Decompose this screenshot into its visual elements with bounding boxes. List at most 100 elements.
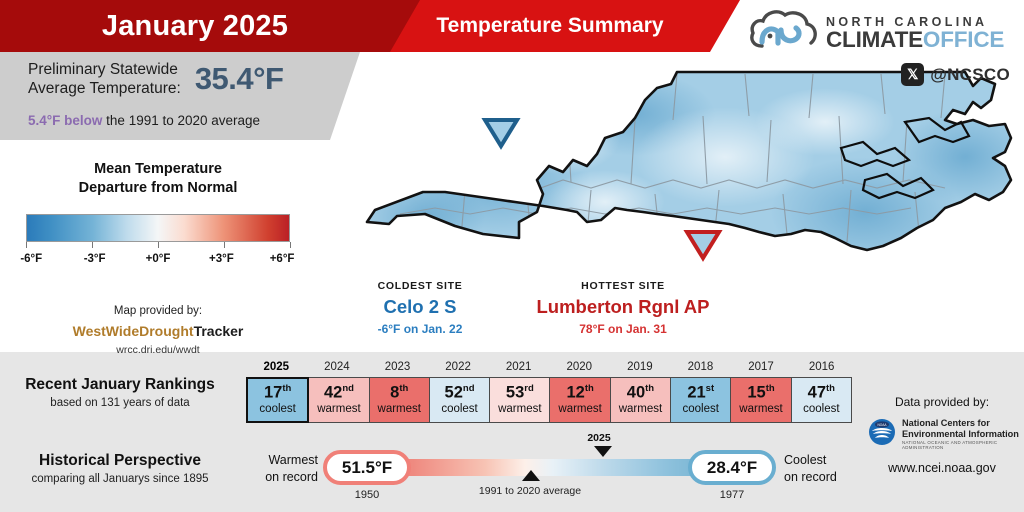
legend-tick-1: -3°F [83, 253, 106, 266]
map-credit-intro: Map provided by: [113, 305, 203, 318]
rankings-year-label: 2020 [566, 361, 593, 373]
noaa-wordmark: National Centers for Environmental Infor… [902, 418, 1022, 450]
rankings-cell-label: warmest [377, 403, 421, 416]
rankings-year-header: 2025 2024 2023 2022 2021 2020 2019 2018 2017 2016 [246, 361, 852, 373]
rankings-year-label: 2016 [808, 361, 835, 373]
legend-tick-4: +6°F [269, 253, 295, 266]
map-credit-url[interactable]: wrcc.dri.edu/wwdt [8, 344, 308, 356]
legend-tick-marks [26, 242, 291, 251]
rankings-year-label: 2024 [324, 361, 350, 373]
legend-tick-0: -6°F [20, 253, 43, 266]
rankings-cell: 42nd warmest [308, 377, 370, 423]
coolest-caption-line1: Coolest [784, 453, 827, 467]
map-credit-brand-b: Tracker [193, 323, 244, 340]
rankings-year-label: 2018 [687, 361, 714, 373]
page-title-month: January 2025 [101, 9, 289, 42]
coolest-caption-line2: on record [784, 469, 837, 484]
svg-text:NOAA: NOAA [877, 423, 887, 427]
warmest-on-record-value: 51.5°F [323, 450, 411, 485]
rankings-cell-rank: 8th [390, 383, 409, 402]
rankings-cell: 17th coolest [246, 377, 310, 423]
rankings-cell-rank: 42nd [323, 383, 354, 402]
rankings-cell-rank: 40th [626, 383, 655, 402]
x-twitter-icon[interactable]: 𝕏 [901, 63, 925, 86]
noaa-lockup: NOAA National Centers for Environmental … [862, 418, 1022, 451]
statewide-average-label: Preliminary Statewide Average Temperatur… [28, 60, 181, 99]
coldest-site-detail: -6°F on Jan. 22 [377, 322, 463, 336]
statewide-average-label-line1: Preliminary Statewide [28, 61, 178, 78]
rankings-year-label: 2017 [748, 361, 774, 373]
legend-tick-3: +3°F [208, 253, 234, 266]
logo-wordmark: NORTH CAROLINA CLIMATEOFFICE [826, 12, 1004, 51]
data-attribution-block: Data provided by: NOAA National Centers … [862, 395, 1022, 475]
rankings-subtitle: based on 131 years of data [50, 397, 190, 409]
noaa-seal-icon: NOAA [868, 418, 896, 451]
rankings-heading-block: Recent January Rankings based on 131 yea… [0, 376, 240, 409]
hottest-site-callout: HOTTEST SITE Lumberton Rgnl AP 78°F on J… [508, 280, 738, 336]
attribution-url[interactable]: www.ncei.noaa.gov [862, 461, 1022, 475]
statewide-average-value: 35.4°F [194, 61, 284, 97]
legend-title: Mean Temperature Departure from Normal [8, 160, 308, 197]
rankings-cell-rank: 12th [566, 383, 594, 402]
rankings-cell-label: coolest [803, 403, 840, 416]
rankings-cell-label: warmest [739, 403, 783, 416]
rankings-cell-rank: 47th [807, 383, 835, 402]
rankings-year-label: 2019 [627, 361, 653, 373]
rankings-year-label: 2022 [445, 361, 471, 373]
page-title-summary: Temperature Summary [436, 14, 664, 37]
warmest-caption-line2: on record [265, 469, 318, 484]
legend-colorbar [26, 214, 290, 243]
rankings-cell-label: warmest [618, 403, 663, 416]
departure-value: 5.4°F below [28, 113, 103, 128]
warmest-caption-line1: Warmest [268, 453, 318, 467]
north-carolina-temperature-map [305, 62, 1020, 287]
infographic-root: January 2025 Temperature Summary NORTH C… [0, 0, 1024, 512]
statewide-average-label-line2: Average Temperature: [28, 80, 181, 98]
hottest-site-name: Lumberton Rgnl AP [536, 296, 710, 317]
map-credit-brand: WestWideDroughtTracker [8, 323, 308, 339]
rankings-cell-rank: 17th [263, 383, 292, 402]
historical-title: Historical Perspective [39, 452, 201, 469]
legend-title-line2: Departure from Normal [78, 179, 238, 196]
rankings-year-label: 2025 [263, 361, 290, 373]
rankings-cell-label: warmest [558, 403, 602, 416]
rankings-cell: 8th warmest [368, 377, 430, 423]
rankings-cell: 53rd warmest [489, 377, 551, 423]
rankings-cell: 47th coolest [790, 377, 852, 423]
rankings-cell-rank: 21st [687, 383, 715, 402]
logo-office-word: OFFICE [922, 26, 1005, 52]
rankings-cell-label: coolest [441, 403, 478, 416]
social-handle-label[interactable]: @NCSCO [930, 65, 1010, 85]
map-credit-brand-a: WestWideDrought [72, 323, 194, 340]
departure-suffix: the 1991 to 2020 average [102, 113, 261, 128]
historical-heading-block: Historical Perspective comparing all Jan… [0, 452, 240, 485]
noaa-org-line1: National Centers for [902, 418, 990, 429]
rankings-cell: 15th warmest [730, 377, 792, 423]
coolest-on-record-value: 28.4°F [688, 450, 776, 485]
map-legend: Mean Temperature Departure from Normal -… [8, 160, 308, 356]
logo-climate-word: CLIMATE [826, 26, 923, 52]
logo-line-2: CLIMATEOFFICE [826, 26, 1005, 52]
rankings-year-label: 2021 [505, 361, 532, 373]
current-year-marker-icon [594, 446, 612, 457]
nc-cloud-icon [748, 6, 820, 57]
coolest-on-record-year: 1977 [719, 489, 745, 501]
nc-climate-office-logo: NORTH CAROLINA CLIMATEOFFICE 𝕏 @NCSCO [748, 6, 1020, 86]
cold-site-marker-group [481, 118, 521, 150]
rankings-cell-rank: 53rd [505, 383, 534, 402]
coldest-site-callout: COLDEST SITE Celo 2 S -6°F on Jan. 22 [340, 280, 500, 336]
rankings-cell-label: coolest [259, 403, 296, 416]
warmest-on-record-year: 1950 [354, 489, 380, 501]
hottest-site-kicker: HOTTEST SITE [581, 280, 665, 292]
warmest-on-record-caption: Warmest on record [262, 452, 318, 485]
social-handle-row[interactable]: 𝕏 @NCSCO [748, 63, 1020, 86]
rankings-cell: 21st coolest [670, 377, 732, 423]
rankings-table: 17th coolest 42nd warmest 8th warmest 52nd cool… [246, 377, 852, 423]
map-credit: Map provided by: WestWideDroughtTracker … [8, 305, 308, 356]
hot-site-marker-group [683, 230, 723, 262]
rankings-cell-rank: 52nd [444, 383, 475, 402]
rankings-year-label: 2023 [384, 361, 411, 373]
rankings-cell-label: warmest [498, 403, 542, 416]
rankings-cell-rank: 15th [747, 383, 775, 402]
noaa-org-sub: NATIONAL OCEANIC AND ATMOSPHERIC ADMINIS… [902, 439, 998, 450]
